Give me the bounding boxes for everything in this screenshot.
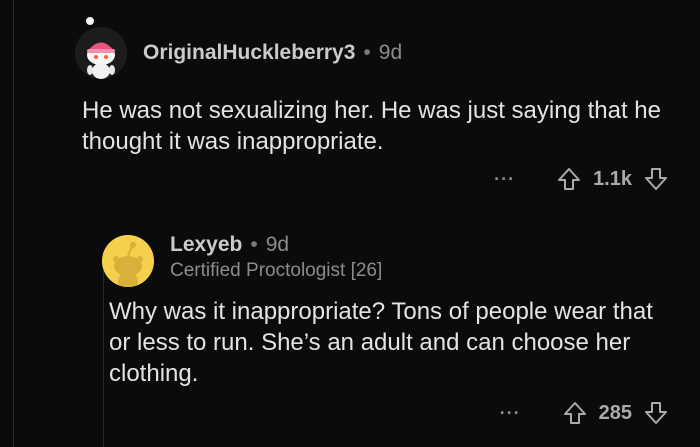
comment-originalhuckleberry3: OriginalHuckleberry3 • 9d He was not sex… bbox=[0, 0, 700, 210]
user-flair: Certified Proctologist [26] bbox=[170, 260, 383, 281]
comment-body: Why was it inappropriate? Tons of people… bbox=[109, 298, 653, 387]
user-avatar[interactable] bbox=[75, 27, 127, 79]
username[interactable]: OriginalHuckleberry3 bbox=[143, 41, 355, 65]
comment-meta: Lexyeb • 9d bbox=[170, 233, 289, 257]
upvote-icon[interactable] bbox=[555, 165, 583, 193]
more-options-icon[interactable]: ··· bbox=[500, 403, 521, 424]
comment-age: 9d bbox=[265, 233, 290, 256]
comment-age: 9d bbox=[378, 41, 403, 64]
downvote-icon[interactable] bbox=[642, 399, 670, 427]
antenna-dot bbox=[86, 17, 94, 25]
comment-actions: ··· 285 bbox=[500, 399, 670, 427]
vote-count: 285 bbox=[598, 401, 632, 424]
comment-body: He was not sexualizing her. He was just … bbox=[82, 97, 661, 155]
downvote-icon[interactable] bbox=[642, 165, 670, 193]
username[interactable]: Lexyeb bbox=[170, 233, 242, 257]
separator-dot: • bbox=[363, 41, 371, 64]
vote-count: 1.1k bbox=[593, 167, 632, 190]
upvote-icon[interactable] bbox=[561, 399, 589, 427]
default-snoo-avatar-icon bbox=[102, 235, 154, 287]
more-options-icon[interactable]: ··· bbox=[494, 169, 515, 190]
comment-meta: OriginalHuckleberry3 • 9d bbox=[143, 41, 402, 65]
user-avatar[interactable] bbox=[102, 235, 154, 287]
comment-actions: ··· 1.1k bbox=[494, 165, 670, 193]
comment-lexyeb: Lexyeb • 9d Certified Proctologist [26] … bbox=[0, 210, 700, 447]
separator-dot: • bbox=[250, 233, 258, 256]
snoo-avatar-icon bbox=[75, 27, 127, 79]
